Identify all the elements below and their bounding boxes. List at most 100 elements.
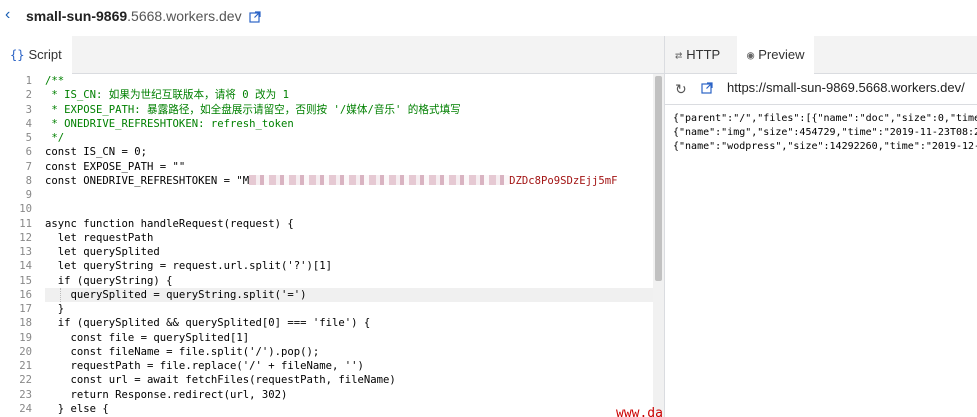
code-line[interactable]: }	[45, 302, 655, 316]
preview-tab-bar: ⇄ HTTP ◉ Preview	[665, 36, 977, 76]
vertical-scrollbar[interactable]	[653, 74, 664, 417]
code-text: const EXPOSE_PATH = ""	[45, 160, 186, 173]
line-number: 21	[19, 360, 32, 372]
preview-url[interactable]: https://small-sun-9869.5668.workers.dev/	[727, 80, 965, 95]
line-number: 22	[19, 374, 32, 387]
token-tail: DZDc8Po9SDzEjj5mF	[509, 174, 618, 187]
redacted-token	[249, 174, 510, 185]
code-editor[interactable]: 1 2 3 4 5 6 7 8 9 10 11 12 13 14 15 16 17 18 19 20 21 22 23 24 …	[0, 74, 664, 417]
line-number: 24	[19, 402, 32, 415]
code-area[interactable]: /** * IS_CN: 如果为世纪互联版本，请将 0 改为 1 * EXPOS…	[45, 74, 655, 416]
code-line[interactable]: * IS_CN: 如果为世纪互联版本，请将 0 改为 1	[45, 88, 655, 102]
preview-json-line: {"name":"img","size":454729,"time":"2019…	[673, 127, 977, 138]
line-number: 11	[19, 217, 32, 230]
code-line[interactable]: let querySplited	[45, 245, 655, 259]
code-text: if (queryString) {	[45, 274, 173, 287]
code-line[interactable]: */	[45, 131, 655, 145]
code-text: * IS_CN: 如果为世纪互联版本，请将 0 改为 1	[45, 89, 289, 102]
code-text: * ONEDRIVE_REFRESHTOKEN: refresh_token	[45, 117, 294, 130]
code-line[interactable]: * ONEDRIVE_REFRESHTOKEN: refresh_token	[45, 117, 655, 131]
line-number: 12	[19, 231, 32, 244]
code-text: return Response.redirect(url, 302)	[45, 388, 288, 401]
eye-icon: ◉	[747, 48, 755, 62]
arrows-icon: ⇄	[675, 48, 683, 62]
tab-preview-label: Preview	[758, 47, 805, 62]
preview-json-line: {"parent":"/","files":[{"name":"doc","si…	[673, 113, 977, 124]
worker-domain: .5668.workers.dev	[127, 8, 242, 24]
tab-script[interactable]: {} Script	[0, 36, 72, 76]
preview-output: {"parent":"/","files":[{"name":"doc","si…	[673, 112, 977, 154]
line-number: 7	[25, 160, 32, 173]
scrollbar-thumb[interactable]	[655, 76, 662, 281]
code-line[interactable]: const url = await fetchFiles(requestPath…	[45, 373, 655, 387]
watermark-text: www.daniao.org	[616, 406, 664, 417]
code-line[interactable]: async function handleRequest(request) {	[45, 217, 655, 231]
code-text: let requestPath	[45, 231, 154, 244]
code-line[interactable]: const IS_CN = 0;	[45, 145, 655, 159]
worker-name: small-sun-9869	[26, 8, 128, 24]
code-line[interactable]: } else {	[45, 402, 655, 416]
code-line[interactable]: let requestPath	[45, 231, 655, 245]
code-line[interactable]: let queryString = request.url.split('?')…	[45, 259, 655, 273]
tab-http[interactable]: ⇄ HTTP	[665, 36, 730, 73]
code-line[interactable]: /**	[45, 74, 655, 88]
tab-script-label: Script	[28, 47, 62, 62]
preview-pane: ⇄ HTTP ◉ Preview ↻ https://small-sun-9869.…	[665, 36, 977, 417]
line-number: 20	[19, 345, 32, 358]
line-number: 8	[25, 174, 32, 187]
refresh-icon[interactable]: ↻	[675, 81, 687, 98]
line-number: 15	[19, 274, 32, 287]
code-text: const IS_CN = 0;	[45, 146, 148, 159]
code-text: } else {	[45, 402, 109, 415]
code-text: let querySplited	[45, 246, 160, 258]
code-line[interactable]	[45, 202, 655, 216]
code-line[interactable]: const ONEDRIVE_REFRESHTOKEN = "M DZDc8Po9…	[45, 174, 655, 188]
preview-url-bar: ↻ https://small-sun-9869.5668.workers.de…	[665, 74, 977, 105]
code-line[interactable]: querySplited = queryString.split('=')	[45, 287, 655, 302]
line-number: 2	[25, 89, 32, 102]
code-line[interactable]: if (querySplited && querySplited[0] === …	[45, 316, 655, 330]
script-pane: {} Script 1 2 3 4 5 6 7 8 9 10 11 12 13 14 15 16 17 18 19 20…	[0, 36, 665, 417]
tab-http-label: HTTP	[686, 47, 721, 62]
code-text: */	[45, 132, 65, 144]
worker-title: small-sun-9869.5668.workers.dev	[26, 8, 262, 24]
open-external-icon[interactable]	[701, 81, 713, 97]
line-number: 17	[19, 303, 32, 315]
line-number: 23	[19, 388, 32, 401]
code-line[interactable]: * EXPOSE_PATH: 暴露路径，如全盘展示请留空，否则按 '/媒体/音乐…	[45, 103, 655, 117]
line-number-gutter: 1 2 3 4 5 6 7 8 9 10 11 12 13 14 15 16 17 18 19 20 21 22 23 24	[0, 74, 32, 416]
external-link-icon[interactable]	[249, 11, 262, 23]
code-text: * EXPOSE_PATH: 暴露路径，如全盘展示请留空，否则按 '/媒体/音乐…	[45, 103, 461, 116]
line-number: 6	[25, 146, 32, 159]
top-bar: ‹ small-sun-9869.5668.workers.dev	[0, 0, 977, 34]
line-number: 19	[19, 331, 32, 344]
code-line[interactable]: if (queryString) {	[45, 274, 655, 288]
braces-icon: {}	[10, 48, 25, 62]
code-line[interactable]: requestPath = file.replace('/' + fileNam…	[45, 359, 655, 373]
code-text: querySplited = queryString.split('=')	[45, 288, 307, 301]
code-text: /**	[45, 75, 65, 87]
code-line[interactable]	[45, 188, 655, 202]
line-number: 14	[19, 260, 32, 273]
code-line[interactable]: return Response.redirect(url, 302)	[45, 388, 655, 402]
code-text: const file = querySplited[1]	[45, 331, 250, 344]
line-number: 9	[25, 189, 32, 201]
code-text: const url = await fetchFiles(requestPath…	[45, 374, 396, 387]
line-number: 13	[19, 246, 32, 258]
line-number: 1	[25, 75, 32, 87]
code-line[interactable]: const file = querySplited[1]	[45, 331, 655, 345]
code-line[interactable]: const EXPOSE_PATH = ""	[45, 160, 655, 174]
code-text: const ONEDRIVE_REFRESHTOKEN = "M	[45, 174, 250, 187]
indent-guide	[60, 288, 62, 302]
back-chevron-icon[interactable]: ‹	[5, 6, 10, 24]
code-text: }	[45, 303, 65, 315]
line-number: 3	[25, 103, 32, 116]
tab-preview[interactable]: ◉ Preview	[737, 36, 815, 76]
code-text: if (querySplited && querySplited[0] === …	[45, 317, 371, 330]
code-text: let queryString = request.url.split('?')…	[45, 260, 333, 273]
code-line[interactable]: const fileName = file.split('/').pop();	[45, 345, 655, 359]
code-text: requestPath = file.replace('/' + fileNam…	[45, 360, 364, 372]
code-text: const fileName = file.split('/').pop();	[45, 345, 320, 358]
line-number: 4	[25, 117, 32, 130]
line-number: 10	[19, 203, 32, 216]
